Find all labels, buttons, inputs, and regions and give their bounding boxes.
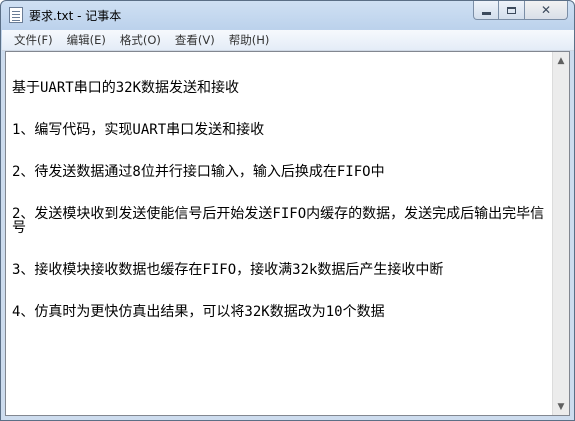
close-icon: ✕ bbox=[540, 3, 552, 17]
arrow-down-icon[interactable]: ▼ bbox=[553, 398, 569, 415]
text-line: 2、发送模块收到发送使能信号后开始发送FIFO内缓存的数据，发送完成后输出完毕信… bbox=[12, 206, 545, 236]
maximize-button[interactable] bbox=[499, 1, 525, 20]
caption-buttons: ✕ bbox=[473, 1, 568, 20]
menu-bar: 文件(F) 编辑(E) 格式(O) 查看(V) 帮助(H) bbox=[2, 30, 574, 51]
text-line: 基于UART串口的32K数据发送和接收 bbox=[12, 80, 240, 96]
document-text[interactable]: 基于UART串口的32K数据发送和接收 1、编写代码，实现UART串口发送和接收… bbox=[12, 53, 548, 413]
window-title: 要求.txt - 记事本 bbox=[29, 9, 122, 23]
title-bar[interactable]: 要求.txt - 记事本 ✕ bbox=[1, 1, 574, 29]
minimize-icon bbox=[481, 11, 491, 15]
text-line: 2、待发送数据通过8位并行接口输入，输入后换成在FIFO中 bbox=[12, 164, 385, 180]
text-line: 1、编写代码，实现UART串口发送和接收 bbox=[12, 122, 265, 138]
text-line: 4、仿真时为更快仿真出结果，可以将32K数据改为10个数据 bbox=[12, 304, 385, 320]
minimize-button[interactable] bbox=[473, 1, 499, 20]
menu-format[interactable]: 格式(O) bbox=[113, 32, 168, 48]
close-button[interactable]: ✕ bbox=[525, 1, 568, 20]
notepad-icon[interactable] bbox=[9, 7, 23, 23]
menu-help[interactable]: 帮助(H) bbox=[222, 32, 277, 48]
menu-edit[interactable]: 编辑(E) bbox=[60, 32, 113, 48]
menu-file[interactable]: 文件(F) bbox=[2, 32, 60, 48]
notepad-window: 要求.txt - 记事本 ✕ 文件(F) 编辑(E) 格式(O) 查看(V) 帮… bbox=[0, 0, 575, 421]
text-editor[interactable]: 基于UART串口的32K数据发送和接收 1、编写代码，实现UART串口发送和接收… bbox=[5, 51, 570, 416]
menu-view[interactable]: 查看(V) bbox=[168, 32, 222, 48]
maximize-icon bbox=[507, 6, 516, 14]
text-line: 3、接收模块接收数据也缓存在FIFO，接收满32k数据后产生接收中断 bbox=[12, 262, 444, 278]
vertical-scrollbar[interactable]: ▲ ▼ bbox=[552, 52, 569, 415]
arrow-up-icon[interactable]: ▲ bbox=[553, 52, 569, 69]
